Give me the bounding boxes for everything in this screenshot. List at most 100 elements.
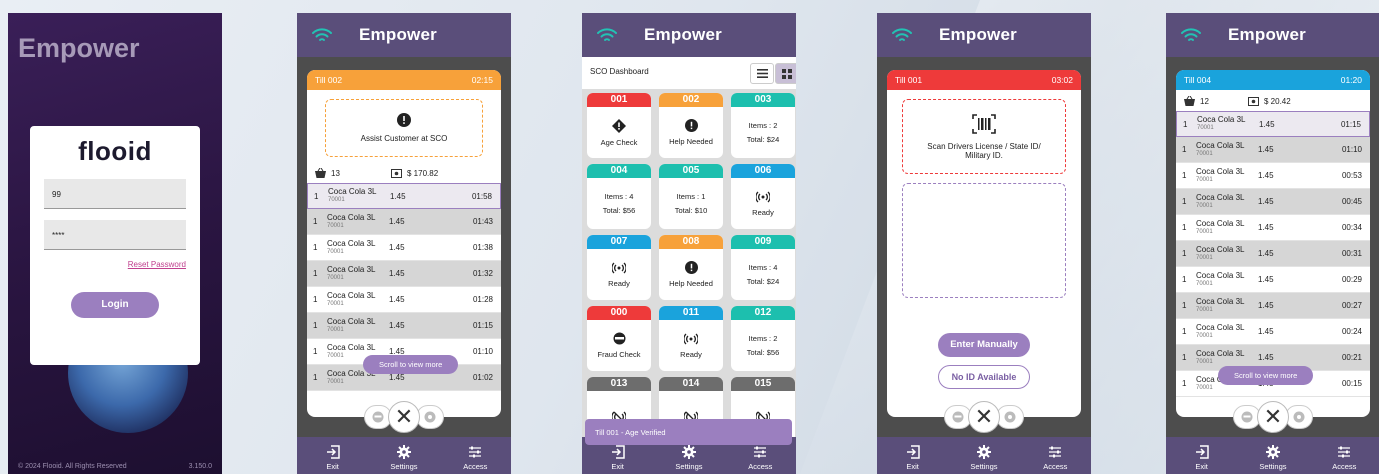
- row-product: Coca Cola 3L70001: [1196, 141, 1258, 159]
- row-price: 1.45: [1258, 197, 1274, 206]
- nav-settings[interactable]: Settings: [664, 445, 714, 471]
- tile-body: Ready: [731, 178, 795, 229]
- row-product-code: 70001: [327, 222, 344, 229]
- till-tile-009[interactable]: 009 Items : 4 Total: $24: [731, 235, 795, 300]
- nav-exit[interactable]: Exit: [888, 445, 938, 471]
- till-tile-011[interactable]: 011 Ready: [659, 306, 723, 371]
- till-tile-008[interactable]: 008 Help Needed: [659, 235, 723, 300]
- row-product: Coca Cola 3L70001: [1197, 115, 1259, 133]
- table-row[interactable]: 1 Coca Cola 3L 70001 1.45 00:53: [1176, 163, 1370, 189]
- table-row[interactable]: 1 Coca Cola 3L 70001 1.45 01:32: [307, 261, 501, 287]
- tile-line-2: Total: $56: [746, 348, 780, 357]
- table-row[interactable]: 1 Coca Cola 3L 70001 1.45 01:28: [307, 287, 501, 313]
- nav-access[interactable]: Access: [735, 445, 785, 471]
- username-field[interactable]: 99: [44, 179, 186, 209]
- close-button[interactable]: ✕: [388, 401, 420, 433]
- row-qty: 1: [313, 347, 318, 356]
- settings-badge-icon[interactable]: [996, 405, 1024, 429]
- table-row[interactable]: 1 Coca Cola 3L 70001 1.45 01:15: [1176, 111, 1370, 137]
- settings-badge-icon[interactable]: [1285, 405, 1313, 429]
- total-amount: $ 170.82: [407, 168, 439, 178]
- table-row[interactable]: 1 Coca Cola 3L 70001 1.45 00:31: [1176, 241, 1370, 267]
- row-product-code: 70001: [1196, 176, 1213, 183]
- close-button[interactable]: ✕: [968, 401, 1000, 433]
- tile-line-1: Help Needed: [669, 279, 713, 288]
- table-row[interactable]: 1 Coca Cola 3L 70001 1.45 00:24: [1176, 319, 1370, 345]
- enter-manually-button[interactable]: Enter Manually: [938, 333, 1030, 357]
- till-tile-012[interactable]: 012 Items : 2 Total: $56: [731, 306, 795, 371]
- alert-icon: [397, 113, 411, 127]
- nav-access[interactable]: Access: [450, 445, 500, 471]
- scroll-more-pill[interactable]: Scroll to view more: [1218, 366, 1314, 385]
- till-tile-006[interactable]: 006 Ready: [731, 164, 795, 229]
- till-tile-005[interactable]: 005 Items : 1 Total: $10: [659, 164, 723, 229]
- settings-badge-icon[interactable]: [416, 405, 444, 429]
- nav-settings[interactable]: Settings: [379, 445, 429, 471]
- nav-access-label: Access: [748, 462, 773, 471]
- row-product: Coca Cola 3L70001: [1196, 297, 1258, 315]
- row-product-name: Coca Cola 3L: [327, 316, 376, 326]
- tile-header: 004: [587, 164, 651, 178]
- exit-icon: [1195, 445, 1209, 459]
- till-header: Till 002 02:15: [307, 70, 501, 90]
- row-qty: 1: [313, 217, 318, 226]
- id-scan-area[interactable]: [902, 183, 1066, 298]
- table-row[interactable]: 1 Coca Cola 3L 70001 1.45 01:15: [307, 313, 501, 339]
- grid-view-toggle[interactable]: [775, 63, 796, 84]
- tile-body: Help Needed: [659, 249, 723, 300]
- row-product: Coca Cola 3L70001: [1196, 349, 1258, 367]
- barcode-icon: [972, 113, 996, 134]
- top-bar: Empower: [297, 13, 511, 57]
- nav-access[interactable]: Access: [1319, 445, 1369, 471]
- close-button[interactable]: ✕: [1257, 401, 1289, 433]
- till-tile-002[interactable]: 002 Help Needed: [659, 93, 723, 158]
- nav-access[interactable]: Access: [1030, 445, 1080, 471]
- item-list[interactable]: 1 Coca Cola 3L 70001 1.45 01:15 1 Coca Cola 3L…: [1176, 111, 1370, 397]
- nav-exit[interactable]: Exit: [1177, 445, 1227, 471]
- table-row[interactable]: 1 Coca Cola 3L 70001 1.45 00:45: [1176, 189, 1370, 215]
- till-tile-001[interactable]: 001 Age Check: [587, 93, 651, 158]
- nav-exit[interactable]: Exit: [308, 445, 358, 471]
- reset-password-link[interactable]: Reset Password: [128, 260, 186, 269]
- row-product-code: 70001: [327, 326, 344, 333]
- table-row[interactable]: 1 Coca Cola 3L 70001 1.45 01:58: [307, 183, 501, 209]
- no-id-button[interactable]: No ID Available: [938, 365, 1030, 389]
- dashboard-title: SCO Dashboard: [590, 67, 649, 76]
- bottom-nav: Exit Settings Access: [297, 437, 511, 474]
- nav-settings[interactable]: Settings: [959, 445, 1009, 471]
- row-product-name: Coca Cola 3L: [1196, 140, 1245, 150]
- status-banner[interactable]: Till 001 - Age Verified: [585, 419, 792, 445]
- till-tile-000[interactable]: 000 Fraud Check: [587, 306, 651, 371]
- gear-icon: [976, 445, 991, 459]
- scroll-more-pill[interactable]: Scroll to view more: [363, 355, 459, 374]
- nav-access-label: Access: [463, 462, 488, 471]
- brand-logo: flooid: [78, 136, 152, 166]
- nav-exit-label: Exit: [1195, 462, 1208, 471]
- tile-line-1: Items : 2: [748, 121, 778, 130]
- table-row[interactable]: 1 Coca Cola 3L 70001 1.45 00:29: [1176, 267, 1370, 293]
- table-row[interactable]: 1 Coca Cola 3L 70001 1.45 01:10: [1176, 137, 1370, 163]
- till-tile-003[interactable]: 003 Items : 2 Total: $24: [731, 93, 795, 158]
- tile-header: 001: [587, 93, 651, 107]
- row-qty: 1: [313, 243, 318, 252]
- nav-exit[interactable]: Exit: [593, 445, 643, 471]
- table-row[interactable]: 1 Coca Cola 3L 70001 1.45 00:27: [1176, 293, 1370, 319]
- till-summary: 13 $ 170.82: [307, 166, 501, 183]
- password-field[interactable]: ****: [44, 220, 186, 250]
- app-title: Empower: [939, 25, 1017, 44]
- row-product-name: Coca Cola 3L: [1196, 322, 1245, 332]
- till-header: Till 004 01:20: [1176, 70, 1370, 90]
- login-button[interactable]: Login: [71, 292, 159, 318]
- row-price: 1.45: [1258, 301, 1274, 310]
- table-row[interactable]: 1 Coca Cola 3L 70001 1.45 00:34: [1176, 215, 1370, 241]
- till-tile-007[interactable]: 007 Ready: [587, 235, 651, 300]
- nav-settings[interactable]: Settings: [1248, 445, 1298, 471]
- row-qty: 1: [1182, 171, 1187, 180]
- table-row[interactable]: 1 Coca Cola 3L 70001 1.45 01:43: [307, 209, 501, 235]
- till-tile-004[interactable]: 004 Items : 4 Total: $56: [587, 164, 651, 229]
- table-row[interactable]: 1 Coca Cola 3L 70001 1.45 01:38: [307, 235, 501, 261]
- action-bar: ✕: [364, 401, 444, 433]
- top-bar: Empower: [877, 13, 1091, 57]
- gear-icon: [396, 445, 411, 459]
- list-view-toggle[interactable]: [750, 63, 774, 84]
